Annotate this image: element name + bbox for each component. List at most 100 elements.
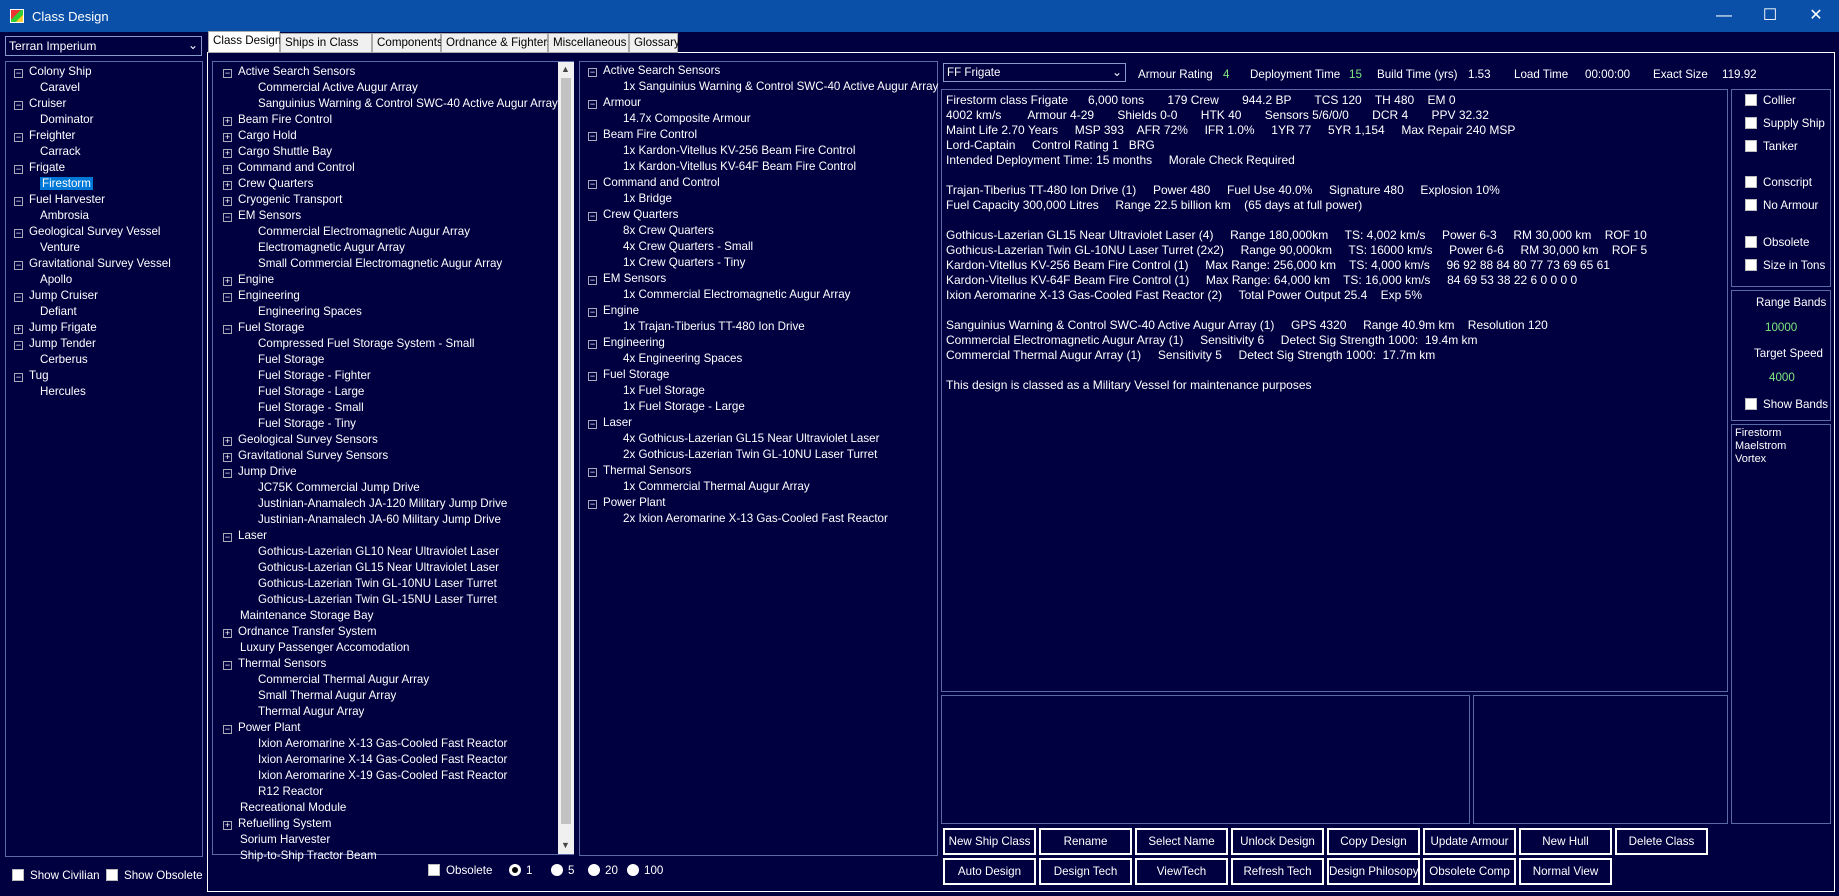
- name-list-item[interactable]: Firestorm: [1735, 427, 1781, 439]
- race-select[interactable]: Terran Imperium ⌄: [5, 36, 202, 56]
- collapse-icon[interactable]: −: [588, 276, 597, 285]
- unlock-design-button[interactable]: Unlock Design: [1231, 828, 1324, 855]
- design-component[interactable]: 1x Crew Quarters - Tiny: [623, 255, 745, 271]
- design-category[interactable]: − Engine: [588, 303, 639, 319]
- component-category[interactable]: + Cryogenic Transport: [223, 192, 342, 208]
- class-group[interactable]: − Colony Ship: [14, 64, 92, 80]
- class-item-selected[interactable]: Firestorm: [40, 176, 93, 192]
- quantity-radio-100[interactable]: 100: [627, 864, 663, 877]
- collapse-icon[interactable]: −: [588, 132, 597, 141]
- component-item[interactable]: Gothicus-Lazerian GL15 Near Ultraviolet …: [258, 560, 499, 576]
- select-name-button[interactable]: Select Name: [1135, 828, 1228, 855]
- expand-icon[interactable]: +: [223, 277, 232, 286]
- tab-ships-in-class[interactable]: Ships in Class: [280, 33, 372, 53]
- design-category[interactable]: − Laser: [588, 415, 632, 431]
- copy-design-button[interactable]: Copy Design: [1327, 828, 1420, 855]
- component-category[interactable]: − Laser: [223, 528, 267, 544]
- collapse-icon[interactable]: −: [223, 469, 232, 478]
- class-item[interactable]: Apollo: [40, 272, 72, 288]
- collapse-icon[interactable]: −: [223, 661, 232, 670]
- component-item[interactable]: Small Commercial Electromagnetic Augur A…: [258, 256, 502, 272]
- class-item[interactable]: Cerberus: [40, 352, 88, 368]
- class-item[interactable]: Dominator: [40, 112, 93, 128]
- component-category[interactable]: − EM Sensors: [223, 208, 301, 224]
- expand-icon[interactable]: +: [223, 629, 232, 638]
- tanker-checkbox[interactable]: Tanker: [1745, 140, 1798, 153]
- component-category[interactable]: − Power Plant: [223, 720, 301, 736]
- design-component[interactable]: 4x Crew Quarters - Small: [623, 239, 753, 255]
- expand-icon[interactable]: +: [223, 821, 232, 830]
- conscript-checkbox[interactable]: Conscript: [1745, 176, 1812, 189]
- hull-type-select[interactable]: FF Frigate ⌄: [943, 63, 1126, 82]
- design-component[interactable]: 14.7x Composite Armour: [623, 111, 751, 127]
- class-group[interactable]: − Gravitational Survey Vessel: [14, 256, 171, 272]
- collapse-icon[interactable]: −: [14, 341, 23, 350]
- collapse-icon[interactable]: −: [223, 533, 232, 542]
- component-item[interactable]: Compressed Fuel Storage System - Small: [258, 336, 475, 352]
- component-category[interactable]: + Crew Quarters: [223, 176, 313, 192]
- design-category[interactable]: − Fuel Storage: [588, 367, 669, 383]
- supply-ship-checkbox[interactable]: Supply Ship: [1745, 117, 1825, 130]
- collapse-icon[interactable]: −: [588, 180, 597, 189]
- component-item[interactable]: Ixion Aeromarine X-19 Gas-Cooled Fast Re…: [258, 768, 507, 784]
- expand-icon[interactable]: +: [223, 437, 232, 446]
- normal-view-button[interactable]: Normal View: [1519, 858, 1612, 885]
- component-item[interactable]: Thermal Augur Array: [258, 704, 364, 720]
- component-item[interactable]: Fuel Storage - Fighter: [258, 368, 371, 384]
- collapse-icon[interactable]: −: [588, 340, 597, 349]
- collapse-icon[interactable]: −: [588, 420, 597, 429]
- component-category[interactable]: Luxury Passenger Accomodation: [240, 640, 410, 656]
- collier-checkbox[interactable]: Collier: [1745, 94, 1796, 107]
- show-obsolete-checkbox[interactable]: Show Obsolete: [106, 869, 203, 882]
- component-category[interactable]: Sorium Harvester: [240, 832, 330, 848]
- quantity-radio-20[interactable]: 20: [588, 864, 618, 877]
- component-category[interactable]: Maintenance Storage Bay: [240, 608, 373, 624]
- collapse-icon[interactable]: −: [588, 212, 597, 221]
- expand-icon[interactable]: +: [223, 133, 232, 142]
- name-list-item[interactable]: Vortex: [1735, 453, 1766, 465]
- design-component[interactable]: 1x Kardon-Vitellus KV-64F Beam Fire Cont…: [623, 159, 856, 175]
- name-list[interactable]: Firestorm Maelstrom Vortex: [1731, 424, 1831, 824]
- expand-icon[interactable]: +: [223, 165, 232, 174]
- show-bands-checkbox[interactable]: Show Bands: [1745, 398, 1828, 411]
- new-hull-button[interactable]: New Hull: [1519, 828, 1612, 855]
- component-category[interactable]: Ship-to-Ship Tractor Beam: [240, 848, 377, 864]
- collapse-icon[interactable]: −: [588, 372, 597, 381]
- component-item[interactable]: Fuel Storage: [258, 352, 324, 368]
- collapse-icon[interactable]: −: [14, 197, 23, 206]
- auto-design-button[interactable]: Auto Design: [943, 858, 1036, 885]
- design-category[interactable]: − Crew Quarters: [588, 207, 678, 223]
- design-component[interactable]: 4x Gothicus-Lazerian GL15 Near Ultraviol…: [623, 431, 879, 447]
- component-category[interactable]: + Cargo Hold: [223, 128, 297, 144]
- design-philosopy-button[interactable]: Design Philosopy: [1327, 858, 1420, 885]
- tab-ordnance-fighters[interactable]: Ordnance & Fighters: [441, 33, 553, 53]
- design-component[interactable]: 1x Trajan-Tiberius TT-480 Ion Drive: [623, 319, 805, 335]
- class-group[interactable]: − Cruiser: [14, 96, 66, 112]
- class-item[interactable]: Defiant: [40, 304, 77, 320]
- component-item[interactable]: JC75K Commercial Jump Drive: [258, 480, 420, 496]
- component-category[interactable]: − Thermal Sensors: [223, 656, 326, 672]
- tab-class-design[interactable]: Class Design: [208, 31, 281, 53]
- component-item[interactable]: Small Thermal Augur Array: [258, 688, 396, 704]
- component-item[interactable]: Engineering Spaces: [258, 304, 362, 320]
- class-item[interactable]: Carrack: [40, 144, 81, 160]
- viewtech-button[interactable]: ViewTech: [1135, 858, 1228, 885]
- expand-icon[interactable]: +: [223, 453, 232, 462]
- size-in-tons-checkbox[interactable]: Size in Tons: [1745, 259, 1825, 272]
- design-component[interactable]: 1x Commercial Electromagnetic Augur Arra…: [623, 287, 850, 303]
- quantity-radio-1[interactable]: 1: [509, 864, 532, 877]
- component-item[interactable]: Commercial Electromagnetic Augur Array: [258, 224, 470, 240]
- scroll-thumb[interactable]: [561, 78, 571, 824]
- component-category[interactable]: − Jump Drive: [223, 464, 297, 480]
- class-group[interactable]: − Freighter: [14, 128, 75, 144]
- collapse-icon[interactable]: −: [14, 165, 23, 174]
- obsolete-checkbox[interactable]: Obsolete: [428, 864, 492, 877]
- class-tree[interactable]: − Colony Ship Caravel − Cruiser Dominator − Fre…: [5, 61, 203, 857]
- design-component[interactable]: 2x Ixion Aeromarine X-13 Gas-Cooled Fast…: [623, 511, 888, 527]
- design-tech-button[interactable]: Design Tech: [1039, 858, 1132, 885]
- collapse-icon[interactable]: −: [588, 468, 597, 477]
- scroll-down-icon[interactable]: ▼: [561, 840, 570, 850]
- collapse-icon[interactable]: −: [14, 69, 23, 78]
- design-category[interactable]: − EM Sensors: [588, 271, 666, 287]
- design-category[interactable]: − Thermal Sensors: [588, 463, 691, 479]
